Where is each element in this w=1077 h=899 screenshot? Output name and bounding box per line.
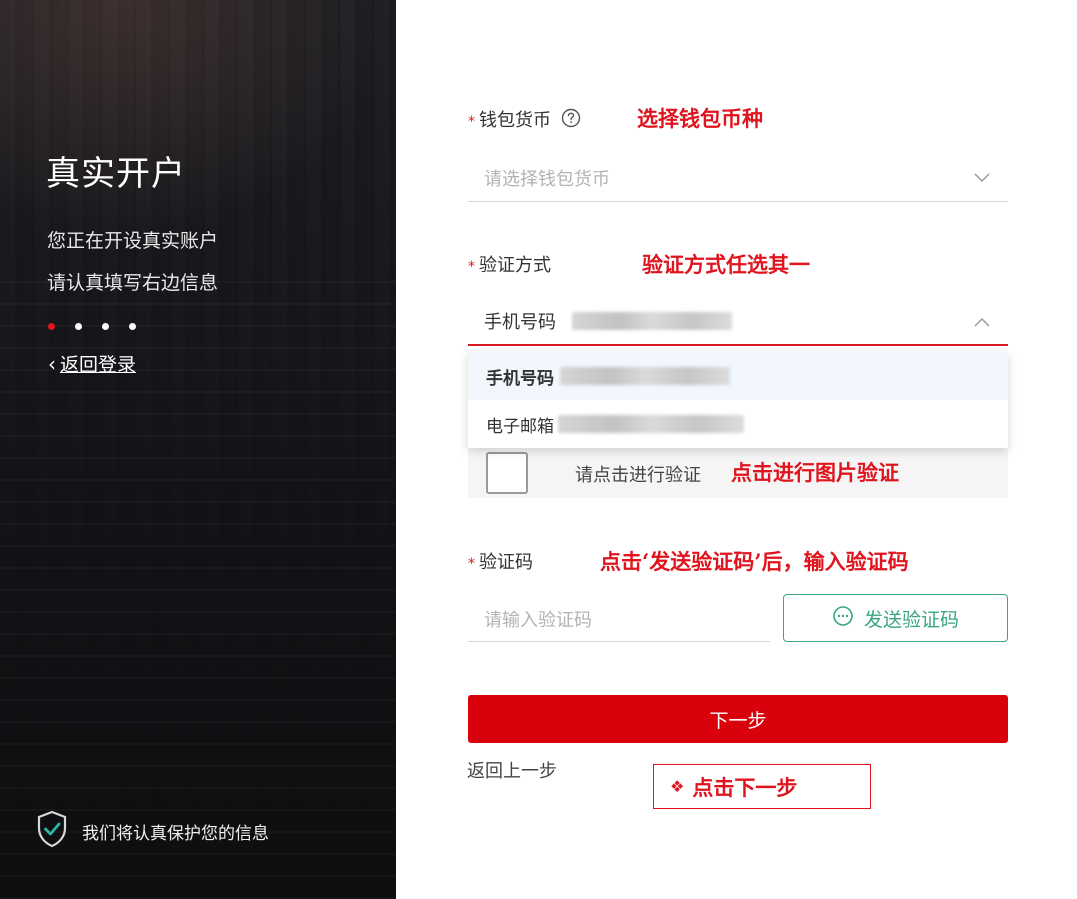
option-email-label: 电子邮箱 bbox=[486, 416, 554, 437]
left-panel: 真实开户 您正在开设真实账户 请认真填写右边信息 ‹ 返回登录 我们将认真保护您… bbox=[0, 0, 396, 899]
help-icon[interactable] bbox=[561, 108, 581, 133]
send-code-label: 发送验证码 bbox=[863, 608, 959, 631]
annotation-captcha: 点击进行图片验证 bbox=[731, 460, 899, 485]
next-step-button[interactable]: 下一步 bbox=[468, 695, 1008, 743]
step-dot-active bbox=[48, 323, 55, 330]
chevron-up-icon bbox=[974, 312, 990, 331]
send-code-button[interactable]: 发送验证码 bbox=[783, 594, 1008, 642]
back-to-login-label: 返回登录 bbox=[60, 354, 137, 376]
code-label-text: 验证码 bbox=[479, 552, 533, 573]
annotation-next: 点击下一步 bbox=[692, 774, 798, 800]
privacy-notice-text: 我们将认真保护您的信息 bbox=[82, 823, 269, 844]
redacted-value bbox=[560, 367, 730, 385]
currency-label-text: 钱包货币 bbox=[479, 110, 551, 131]
intro-line-2: 请认真填写右边信息 bbox=[47, 272, 219, 294]
diamond-bullet-icon: ❖ bbox=[670, 777, 685, 796]
code-placeholder: 请输入验证码 bbox=[484, 609, 592, 631]
currency-select[interactable]: 请选择钱包货币 bbox=[468, 154, 1008, 202]
intro-line-1: 您正在开设真实账户 bbox=[47, 230, 219, 252]
chevron-down-icon bbox=[974, 168, 990, 187]
option-email[interactable]: 电子邮箱 bbox=[468, 400, 1008, 448]
redacted-value bbox=[572, 312, 732, 330]
previous-step-link[interactable]: 返回上一步 bbox=[467, 757, 557, 783]
required-mark: * bbox=[468, 259, 475, 275]
required-mark: * bbox=[468, 114, 475, 130]
step-dot bbox=[129, 323, 136, 330]
verify-method-select[interactable]: 手机号码 bbox=[468, 298, 1008, 346]
chevron-left-icon: ‹ bbox=[48, 351, 56, 376]
verify-method-value: 手机号码 bbox=[484, 312, 556, 333]
back-to-login-link[interactable]: ‹ 返回登录 bbox=[48, 350, 136, 377]
chat-bubble-icon bbox=[832, 605, 854, 632]
redacted-value bbox=[558, 415, 744, 433]
currency-placeholder: 请选择钱包货币 bbox=[484, 168, 610, 190]
captcha-text: 请点击进行验证 bbox=[575, 465, 701, 486]
required-mark: * bbox=[468, 556, 475, 572]
step-dots bbox=[48, 323, 136, 330]
annotation-verify: 验证方式任选其一 bbox=[642, 252, 810, 277]
page-title: 真实开户 bbox=[46, 154, 186, 194]
privacy-notice: 我们将认真保护您的信息 bbox=[36, 810, 269, 852]
verify-method-dropdown: 手机号码 电子邮箱 bbox=[468, 352, 1008, 448]
annotation-currency: 选择钱包币种 bbox=[637, 106, 763, 131]
code-label: * 验证码 bbox=[468, 548, 533, 574]
step-dot bbox=[75, 323, 82, 330]
currency-label: * 钱包货币 bbox=[468, 106, 581, 133]
code-input[interactable]: 请输入验证码 bbox=[468, 596, 770, 642]
option-phone-label: 手机号码 bbox=[486, 368, 554, 389]
verify-method-label-text: 验证方式 bbox=[479, 255, 551, 276]
annotation-code: 点击‘发送验证码’后，输入验证码 bbox=[600, 549, 909, 574]
verify-method-label: * 验证方式 bbox=[468, 251, 551, 277]
annotation-next-box: ❖ 点击下一步 bbox=[653, 764, 871, 809]
shield-check-icon bbox=[36, 810, 68, 852]
captcha-checkbox[interactable] bbox=[486, 452, 528, 494]
step-dot bbox=[102, 323, 109, 330]
option-phone[interactable]: 手机号码 bbox=[468, 352, 1008, 400]
